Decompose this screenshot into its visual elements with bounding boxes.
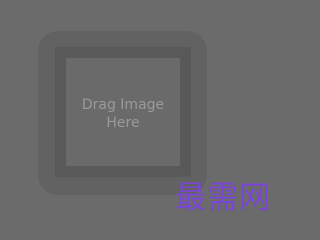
drop-instructions-line-1: Drag Image <box>81 97 165 113</box>
watermark-logo-text: 最需网 <box>175 180 271 216</box>
drop-instructions-line-2: Here <box>106 115 140 131</box>
image-dropzone-panel: Drag Image Here 最需网 <box>0 0 287 231</box>
drop-instructions: Drag Image Here <box>66 96 180 132</box>
image-drop-frame[interactable]: Drag Image Here <box>55 47 191 177</box>
